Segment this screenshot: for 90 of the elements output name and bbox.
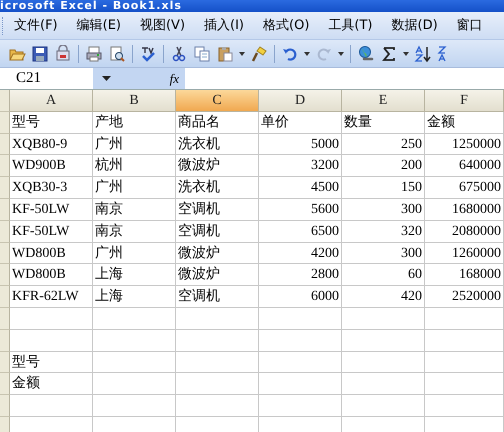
table-cell: 单价 — [259, 112, 342, 134]
table-cell: 金额 — [10, 373, 93, 396]
table-cell: 320 — [342, 220, 425, 243]
table-cell: 4500 — [259, 177, 342, 199]
column-header[interactable]: C — [176, 90, 259, 112]
table-cell: 广州 — [93, 177, 176, 199]
menu-item[interactable]: 格式(O) — [260, 16, 312, 34]
table-cell: 6500 — [259, 220, 342, 243]
table-cell: 250 — [342, 134, 425, 156]
menu-item[interactable]: 编辑(E) — [74, 16, 124, 34]
column-header[interactable]: A — [10, 90, 93, 112]
table-cell: WD800B — [10, 264, 93, 286]
table-cell: 4200 — [259, 242, 342, 264]
table-cell: KFR-62LW — [10, 286, 93, 308]
window-title: icrosoft Excel - Book1.xls — [0, 0, 182, 12]
table-cell: 60 — [342, 264, 425, 286]
table-cell: 广州 — [93, 242, 176, 264]
table-cell: 1250000 — [425, 134, 504, 156]
table-cell: 1260000 — [425, 242, 504, 264]
table-cell: 微波炉 — [176, 242, 259, 264]
menu-item[interactable]: 工具(T) — [325, 16, 376, 34]
menu-item[interactable]: 视图(V) — [136, 16, 188, 34]
table-cell: 南京 — [93, 198, 176, 221]
table-cell: KF-50LW — [10, 198, 93, 221]
menu-item[interactable]: 文件(F) — [11, 16, 61, 34]
save-icon[interactable] — [31, 44, 49, 62]
table-cell: 洗衣机 — [176, 177, 259, 199]
table-cell: 675000 — [425, 177, 504, 199]
table-cell: KF-50LW — [10, 220, 93, 243]
dropdown-arrow-icon[interactable] — [102, 76, 111, 81]
caret-icon[interactable] — [403, 52, 409, 56]
table-cell: 产地 — [93, 112, 176, 134]
table-cell: 上海 — [93, 286, 176, 308]
table-cell: 型号 — [10, 352, 93, 374]
table-cell: 上海 — [93, 264, 176, 286]
table-cell: 空调机 — [176, 220, 259, 243]
table-cell: 广州 — [93, 134, 176, 156]
table-cell: 空调机 — [176, 198, 259, 221]
table-cell: XQB80-9 — [10, 134, 93, 156]
insert-function-button[interactable]: fx — [170, 70, 179, 86]
permission-icon[interactable] — [54, 44, 72, 62]
table-cell: 1680000 — [425, 198, 504, 221]
table-cell: 杭州 — [93, 155, 176, 178]
table-cell: 2520000 — [425, 286, 504, 308]
table-cell: 2800 — [259, 264, 342, 286]
cut-icon[interactable] — [170, 44, 188, 62]
table-cell: 2080000 — [425, 220, 504, 243]
table-cell: WD800B — [10, 242, 93, 264]
table-cell: XQB30-3 — [10, 177, 93, 199]
table-cell: 洗衣机 — [176, 134, 259, 156]
print-preview-icon[interactable] — [108, 44, 126, 62]
hyperlink-globe-icon[interactable] — [357, 44, 375, 62]
table-cell: 168000 — [425, 264, 504, 286]
name-box[interactable]: C21 — [0, 68, 93, 89]
table-cell: 型号 — [10, 112, 93, 134]
column-header[interactable]: F — [425, 90, 504, 112]
column-header[interactable]: E — [342, 90, 425, 112]
column-header[interactable]: D — [259, 90, 342, 112]
table-cell: WD900B — [10, 155, 93, 178]
sum-icon[interactable] — [380, 44, 398, 62]
table-cell: 200 — [342, 155, 425, 178]
menu-item[interactable]: 插入(I) — [201, 16, 248, 34]
sort-ascending-icon[interactable] — [414, 44, 432, 62]
table-cell: 6000 — [259, 286, 342, 308]
table-cell: 300 — [342, 198, 425, 221]
table-cell: 640000 — [425, 155, 504, 178]
table-cell: 微波炉 — [176, 155, 259, 178]
table-cell: 空调机 — [176, 286, 259, 308]
print-icon[interactable] — [85, 44, 103, 62]
table-cell: 3200 — [259, 155, 342, 178]
caret-icon[interactable] — [338, 52, 344, 56]
table-cell: 南京 — [93, 220, 176, 243]
paste-icon[interactable] — [216, 44, 234, 62]
caret-icon[interactable] — [239, 52, 245, 56]
table-cell: 商品名 — [176, 112, 259, 134]
table-cell: 微波炉 — [176, 264, 259, 286]
caret-icon[interactable] — [304, 52, 310, 56]
format-painter-icon[interactable] — [250, 44, 268, 62]
table-cell: 420 — [342, 286, 425, 308]
table-cell: 300 — [342, 242, 425, 264]
table-cell: 5600 — [259, 198, 342, 221]
copy-icon[interactable] — [193, 44, 211, 62]
spelling-icon[interactable] — [139, 44, 157, 62]
column-header[interactable]: B — [93, 90, 176, 112]
table-cell: 150 — [342, 177, 425, 199]
menu-item[interactable]: 数据(D) — [388, 16, 441, 34]
table-cell: 数量 — [342, 112, 425, 134]
table-cell: 5000 — [259, 134, 342, 156]
menu-item[interactable]: 窗口 — [454, 16, 486, 34]
table-cell: 金额 — [425, 112, 504, 134]
